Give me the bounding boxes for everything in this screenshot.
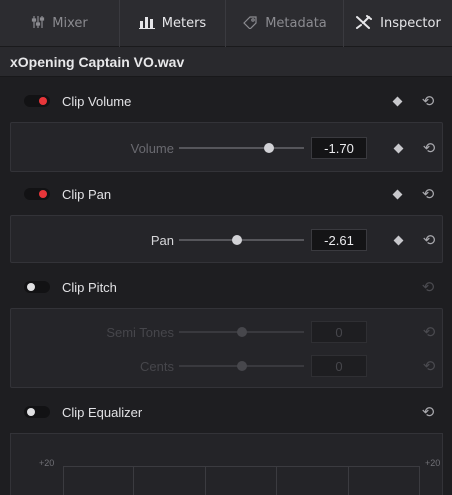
- volume-param-label: Volume: [130, 141, 174, 156]
- section-clip-equalizer-header: Clip Equalizer ⟲: [0, 392, 452, 432]
- cents-slider[interactable]: [179, 361, 304, 371]
- volume-slider[interactable]: [179, 143, 304, 153]
- eq-db-left-label: +20: [39, 458, 55, 468]
- eq-grid-line: [348, 466, 349, 495]
- volume-slider-thumb[interactable]: [264, 143, 274, 153]
- semitones-param-label: Semi Tones: [106, 325, 174, 340]
- clip-pitch-label: Clip Pitch: [62, 280, 117, 295]
- pan-row: Pan -2.61 ⟲: [11, 225, 444, 255]
- pan-slider-thumb[interactable]: [231, 235, 242, 245]
- clip-pan-panel: Pan -2.61 ⟲: [10, 215, 443, 263]
- clip-equalizer-toggle[interactable]: [24, 406, 50, 418]
- clip-volume-panel: Volume -1.70 ⟲: [10, 122, 443, 172]
- semitones-slider-thumb[interactable]: [236, 327, 247, 337]
- clip-pitch-toggle[interactable]: [24, 281, 50, 293]
- eq-db-right-label: +20: [425, 458, 441, 468]
- pan-keyframe-icon[interactable]: [393, 235, 404, 246]
- tab-mixer-label: Mixer: [52, 15, 88, 31]
- section-clip-pitch-header: Clip Pitch ⟲: [0, 267, 452, 307]
- clip-pan-label: Clip Pan: [62, 187, 112, 202]
- tab-inspector[interactable]: Inspector: [344, 0, 452, 47]
- section-clip-volume-header: Clip Volume ⟲: [0, 81, 452, 121]
- clip-title: xOpening Captain VO.wav: [0, 47, 452, 77]
- volume-reset-icon[interactable]: ⟲: [419, 138, 439, 158]
- clip-pitch-panel: Semi Tones 0 ⟲ Cents 0 ⟲: [10, 308, 443, 388]
- eq-grid-line: [63, 466, 64, 495]
- semitones-slider[interactable]: [179, 327, 304, 337]
- section-clip-pan-header: Clip Pan ⟲: [0, 174, 452, 214]
- cents-value-field[interactable]: 0: [311, 355, 367, 377]
- semitones-value-field[interactable]: 0: [311, 321, 367, 343]
- clip-pan-reset-icon[interactable]: ⟲: [418, 184, 438, 204]
- semitones-reset-icon[interactable]: ⟲: [419, 322, 439, 342]
- toggle-knob: [27, 283, 35, 291]
- toggle-knob: [39, 97, 47, 105]
- cents-reset-icon[interactable]: ⟲: [419, 356, 439, 376]
- clip-pan-toggle[interactable]: [24, 188, 50, 200]
- eq-grid-line: [419, 466, 420, 495]
- clip-volume-toggle[interactable]: [24, 95, 50, 107]
- tab-metadata[interactable]: Metadata: [226, 0, 344, 47]
- tab-inspector-label: Inspector: [380, 15, 441, 31]
- clip-volume-keyframe-icon[interactable]: [392, 96, 403, 107]
- pan-value-field[interactable]: -2.61: [311, 229, 367, 251]
- toggle-knob: [27, 408, 35, 416]
- clip-pan-keyframe-icon[interactable]: [392, 189, 403, 200]
- eq-grid: [63, 466, 419, 495]
- pan-param-label: Pan: [150, 233, 174, 248]
- tab-mixer[interactable]: Mixer: [0, 0, 120, 47]
- tab-meters[interactable]: Meters: [120, 0, 226, 47]
- volume-value-field[interactable]: -1.70: [311, 137, 367, 159]
- equalizer-graph[interactable]: +20 +20: [10, 433, 443, 495]
- volume-keyframe-icon[interactable]: [393, 143, 404, 154]
- clip-volume-reset-icon[interactable]: ⟲: [418, 91, 438, 111]
- tab-metadata-label: Metadata: [265, 15, 327, 31]
- tab-meters-label: Meters: [161, 15, 207, 31]
- mixer-icon: [31, 15, 45, 32]
- cents-param-label: Cents: [140, 359, 174, 374]
- clip-volume-label: Clip Volume: [62, 94, 132, 109]
- clip-equalizer-reset-icon[interactable]: ⟲: [418, 402, 438, 422]
- eq-grid-line: [133, 466, 134, 495]
- clip-equalizer-label: Clip Equalizer: [62, 405, 143, 420]
- clip-pitch-reset-icon[interactable]: ⟲: [418, 277, 438, 297]
- pan-slider[interactable]: [179, 235, 304, 245]
- meters-icon: [138, 15, 155, 32]
- eq-grid-line: [205, 466, 206, 495]
- semitones-row: Semi Tones 0 ⟲: [11, 317, 444, 347]
- cents-slider-thumb[interactable]: [236, 361, 247, 371]
- panel-tab-bar: Mixer Meters Metadata Inspector: [0, 0, 452, 47]
- inspector-icon: [355, 14, 373, 32]
- metadata-icon: [242, 15, 258, 32]
- eq-grid-line: [276, 466, 277, 495]
- toggle-knob: [39, 190, 47, 198]
- pan-reset-icon[interactable]: ⟲: [419, 230, 439, 250]
- volume-row: Volume -1.70 ⟲: [11, 133, 444, 163]
- cents-row: Cents 0 ⟲: [11, 351, 444, 381]
